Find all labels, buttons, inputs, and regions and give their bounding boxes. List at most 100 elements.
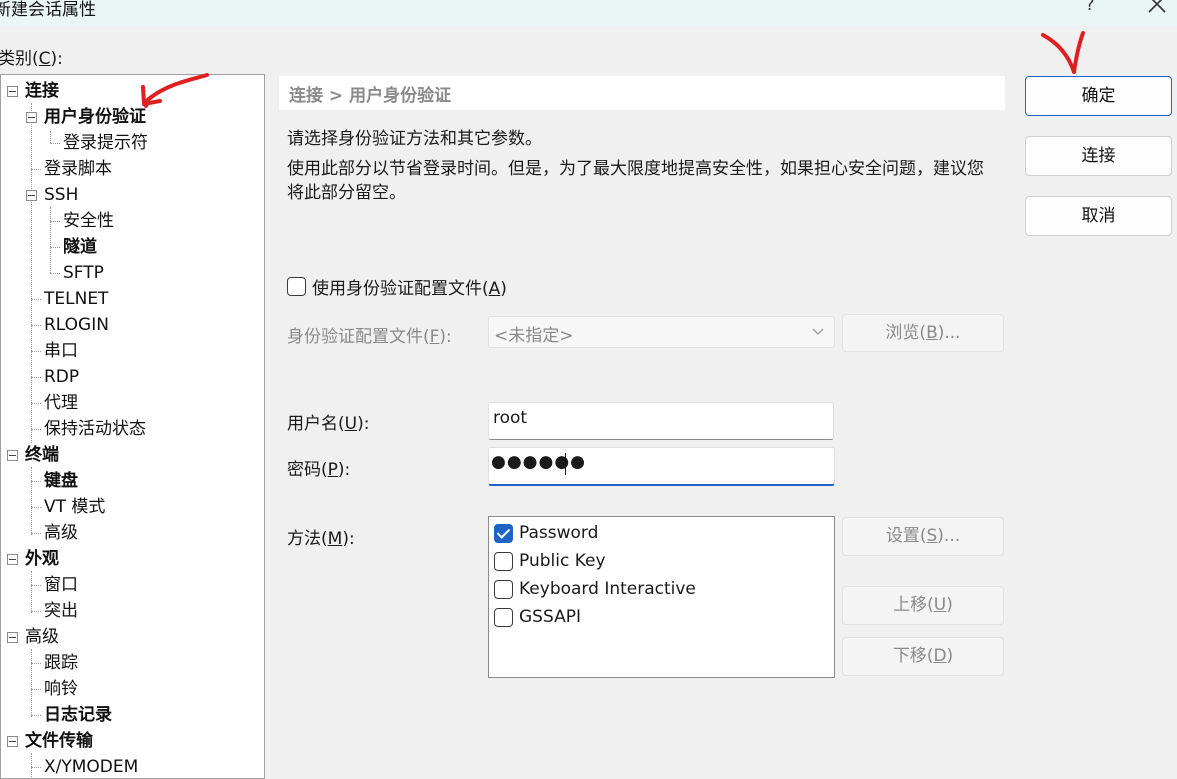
- tree-line: [31, 533, 41, 534]
- use-profile-checkbox[interactable]: [287, 277, 306, 296]
- tree-item-vt-mode[interactable]: VT 模式: [44, 495, 105, 519]
- tree-line: [31, 169, 41, 170]
- password-field[interactable]: ●●●●●●: [488, 447, 835, 486]
- username-field[interactable]: root: [488, 402, 834, 440]
- tree-line: [50, 207, 51, 273]
- tree-item-serial[interactable]: 串口: [44, 339, 78, 363]
- use-profile-label[interactable]: 使用身份验证配置文件(A): [312, 274, 507, 299]
- settings-suffix: )...: [937, 526, 961, 546]
- tree-line: [50, 247, 60, 248]
- tree-line: [50, 143, 60, 144]
- tree-expander-terminal[interactable]: [7, 450, 18, 461]
- profile-select[interactable]: <未指定>: [488, 316, 835, 348]
- move-down-label: 下移: [892, 646, 927, 666]
- tree-item-terminal[interactable]: 终端: [25, 443, 59, 467]
- move-up-button[interactable]: 上移(U): [842, 586, 1004, 625]
- move-up-suffix: ): [946, 595, 953, 615]
- tree-item-ssh[interactable]: SSH: [44, 183, 78, 207]
- text-caret: [565, 453, 566, 475]
- tree-item-file-transfer[interactable]: 文件传输: [25, 729, 93, 753]
- method-password-checkbox[interactable]: [494, 524, 513, 543]
- tree-line: [31, 103, 32, 443]
- tree-item-login-prompt[interactable]: 登录提示符: [63, 131, 148, 155]
- profile-label: 身份验证配置文件(F):: [287, 327, 452, 347]
- tree-expander-advanced[interactable]: [7, 632, 18, 643]
- use-profile-text: 使用身份验证配置文件: [312, 279, 482, 299]
- tree-item-rlogin[interactable]: RLOGIN: [44, 313, 109, 337]
- tree-item-rdp[interactable]: RDP: [44, 365, 79, 389]
- tree-line: [31, 611, 41, 612]
- username-value: root: [493, 408, 528, 428]
- method-public-key-label: Public Key: [519, 551, 606, 571]
- window-title: 新建会话属性: [0, 0, 96, 20]
- tree-item-appearance[interactable]: 外观: [25, 547, 59, 571]
- method-public-key-checkbox[interactable]: [494, 552, 513, 571]
- tree-item-sftp[interactable]: SFTP: [63, 261, 104, 285]
- tree-expander-file-transfer[interactable]: [7, 736, 18, 747]
- tree-item-connection[interactable]: 连接: [25, 79, 59, 103]
- category-tree[interactable]: 连接 用户身份验证 登录提示符 登录脚本 SSH 安全性 隧道 SFTP TEL…: [0, 74, 265, 779]
- tree-item-security[interactable]: 安全性: [63, 209, 114, 233]
- tree-item-window[interactable]: 窗口: [44, 573, 78, 597]
- tree-item-trace[interactable]: 跟踪: [44, 651, 78, 675]
- red-check-arrow-annotation: [1041, 31, 1085, 74]
- tree-expander-appearance[interactable]: [7, 554, 18, 565]
- method-password-label: Password: [519, 523, 599, 543]
- tree-line: [31, 351, 41, 352]
- move-down-button[interactable]: 下移(D): [842, 637, 1004, 676]
- method-gssapi-checkbox[interactable]: [494, 608, 513, 627]
- tree-line: [50, 273, 60, 274]
- tree-expander-ssh[interactable]: [26, 190, 37, 201]
- title-bar: 新建会话属性 ?: [0, 0, 1177, 26]
- settings-button[interactable]: 设置(S)...: [842, 517, 1004, 556]
- tree-item-logging[interactable]: 日志记录: [44, 703, 112, 727]
- move-down-accel: D: [933, 646, 947, 666]
- connect-button[interactable]: 连接: [1025, 136, 1172, 176]
- tree-line: [31, 715, 41, 716]
- tree-item-telnet[interactable]: TELNET: [44, 287, 108, 311]
- profile-select-value: <未指定>: [494, 326, 574, 346]
- close-icon: [1148, 0, 1166, 13]
- browse-label: 浏览: [885, 323, 920, 343]
- tree-expander-user-auth[interactable]: [26, 112, 37, 123]
- tree-item-highlight[interactable]: 突出: [44, 599, 78, 623]
- username-label: 用户名(U):: [287, 414, 370, 434]
- profile-label-text: 身份验证配置文件: [287, 327, 423, 347]
- tree-line: [31, 507, 41, 508]
- tree-item-terminal-advanced[interactable]: 高级: [44, 521, 78, 545]
- close-button[interactable]: [1143, 0, 1171, 21]
- username-accel: U: [344, 414, 358, 434]
- password-value: ●●●●●●: [491, 452, 587, 472]
- category-accel: C: [38, 49, 51, 69]
- tree-item-user-auth[interactable]: 用户身份验证: [44, 105, 146, 129]
- tree-item-bell[interactable]: 响铃: [44, 677, 78, 701]
- settings-label: 设置: [885, 526, 920, 546]
- tree-line: [31, 467, 32, 535]
- tree-line: [31, 767, 41, 768]
- move-down-suffix: ): [946, 646, 954, 666]
- profile-accel: F: [429, 327, 440, 347]
- cancel-button[interactable]: 取消: [1025, 196, 1172, 236]
- browse-accel: B: [926, 323, 938, 343]
- tree-item-keepalive[interactable]: 保持活动状态: [44, 417, 146, 441]
- description-line-1: 请选择身份验证方法和其它参数。: [287, 129, 542, 149]
- use-profile-accel: A: [488, 279, 501, 299]
- tree-expander-connection[interactable]: [7, 86, 18, 97]
- ok-button[interactable]: 确定: [1025, 76, 1172, 116]
- tree-item-keyboard[interactable]: 键盘: [44, 469, 78, 493]
- method-keyboard-interactive-label: Keyboard Interactive: [519, 579, 696, 599]
- tree-item-proxy[interactable]: 代理: [44, 391, 78, 415]
- method-keyboard-interactive-checkbox[interactable]: [494, 580, 513, 599]
- help-button[interactable]: ?: [1080, 0, 1100, 21]
- tree-line: [31, 753, 32, 778]
- tree-item-tunnel[interactable]: 隧道: [63, 235, 97, 259]
- method-list[interactable]: Password Public Key Keyboard Interactive…: [488, 516, 835, 678]
- username-label-text: 用户名: [287, 414, 338, 434]
- tree-line: [50, 221, 60, 222]
- tree-line: [31, 663, 41, 664]
- method-label-text: 方法: [287, 529, 321, 549]
- tree-item-xymodem[interactable]: X/YMODEM: [44, 755, 138, 778]
- tree-item-login-script[interactable]: 登录脚本: [44, 157, 112, 181]
- tree-item-advanced[interactable]: 高级: [25, 625, 59, 649]
- browse-button[interactable]: 浏览(B)...: [842, 314, 1004, 352]
